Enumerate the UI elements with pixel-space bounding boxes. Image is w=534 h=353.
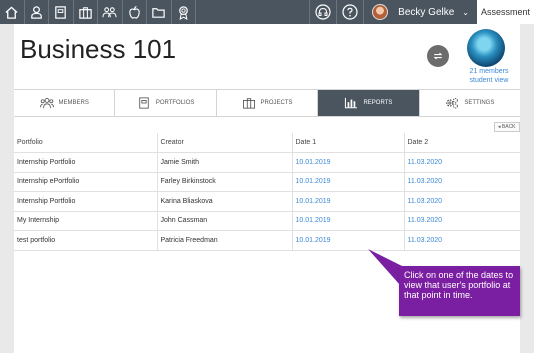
chevron-down-icon: ⌄ [462, 7, 469, 17]
portfolio-book-icon[interactable] [49, 0, 74, 24]
column-header-creator[interactable]: Creator [157, 133, 293, 153]
table-header-row: Portfolio Creator Date 1 Date 2 [14, 133, 520, 153]
date2-link[interactable]: 11.03.2020 [404, 152, 520, 173]
tab-settings-label: SETTINGS [464, 100, 495, 106]
tab-portfolios-label: PORTFOLIOS [155, 100, 195, 106]
date1-link[interactable]: 10.01.2019 [292, 172, 405, 192]
portfolio-cell: My Internship [14, 211, 158, 231]
course-tabs: MEMBERS PORTFOLIOS PROJECTS REPORTS SETT… [14, 89, 520, 117]
portfolio-cell: Internship Portfolio [14, 191, 158, 212]
date2-link[interactable]: 11.03.2020 [404, 172, 520, 192]
top-nav-right: Becky Gelke ⌄ Assessment [309, 0, 534, 24]
creator-cell: Jamie Smith [157, 152, 293, 173]
help-icon[interactable] [336, 0, 363, 24]
tab-reports[interactable]: REPORTS [318, 90, 420, 116]
table-row: Internship ePortfolio Farley Birkinstock… [14, 172, 520, 192]
members-link[interactable]: 21 members student view [460, 67, 518, 85]
apple-icon[interactable] [123, 0, 147, 24]
user-menu[interactable]: Becky Gelke ⌄ [363, 0, 477, 24]
top-nav-bar: Becky Gelke ⌄ Assessment [0, 0, 534, 24]
group-icon[interactable] [98, 0, 123, 24]
column-header-portfolio[interactable]: Portfolio [14, 133, 158, 153]
date2-link[interactable]: 11.03.2020 [404, 230, 520, 251]
tab-members[interactable]: MEMBERS [14, 90, 116, 116]
table-row: Internship Portfolio Jamie Smith 10.01.2… [14, 152, 520, 173]
group-avatar[interactable] [467, 29, 505, 67]
user-avatar [372, 4, 389, 20]
table-row: Internship Portfolio Karina Bliaskova 10… [14, 191, 520, 212]
tab-portfolios[interactable]: PORTFOLIOS [115, 90, 217, 116]
assessment-tab[interactable]: Assessment [477, 0, 534, 24]
report-table: Portfolio Creator Date 1 Date 2 Internsh… [14, 133, 520, 251]
date2-link[interactable]: 11.03.2020 [404, 191, 520, 212]
tab-projects[interactable]: PROJECTS [217, 90, 319, 116]
creator-cell: Patricia Freedman [157, 230, 293, 251]
folder-icon[interactable] [147, 0, 172, 24]
award-icon[interactable] [172, 0, 196, 24]
portfolio-cell: test portfolio [14, 230, 158, 251]
back-button[interactable]: ◂ BACK [494, 122, 520, 132]
briefcase-icon[interactable] [74, 0, 98, 24]
tab-settings[interactable]: SETTINGS [420, 90, 520, 116]
student-view-link[interactable]: student view [460, 76, 518, 85]
sync-button[interactable] [427, 45, 449, 67]
settings-icon [446, 97, 459, 109]
reports-icon [345, 97, 358, 109]
members-icon [39, 98, 54, 109]
date1-link[interactable]: 10.01.2019 [292, 152, 405, 173]
sync-icon [433, 52, 443, 60]
creator-cell: John Cassman [157, 211, 293, 231]
user-icon[interactable] [25, 0, 49, 24]
projects-icon [242, 98, 255, 109]
creator-cell: Karina Bliaskova [157, 191, 293, 212]
portfolio-cell: Internship ePortfolio [14, 172, 158, 192]
table-row: My Internship John Cassman 10.01.2019 11… [14, 211, 520, 231]
user-name: Becky Gelke [398, 6, 455, 18]
table-row: test portfolio Patricia Freedman 10.01.2… [14, 230, 520, 251]
date2-link[interactable]: 11.03.2020 [404, 211, 520, 231]
creator-cell: Farley Birkinstock [157, 172, 293, 192]
tab-projects-label: PROJECTS [260, 100, 293, 106]
home-icon[interactable] [0, 0, 25, 24]
column-header-date2[interactable]: Date 2 [404, 133, 520, 153]
page-title: Business 101 [20, 34, 177, 64]
headset-icon[interactable] [309, 0, 336, 24]
date1-link[interactable]: 10.01.2019 [292, 211, 405, 231]
column-header-date1[interactable]: Date 1 [292, 133, 405, 153]
tab-reports-label: REPORTS [363, 100, 393, 106]
tab-members-label: MEMBERS [58, 100, 89, 106]
instruction-callout: Click on one of the dates to view that u… [399, 266, 520, 316]
portfolios-icon [139, 97, 149, 109]
portfolio-cell: Internship Portfolio [14, 152, 158, 173]
date1-link[interactable]: 10.01.2019 [292, 191, 405, 212]
members-count[interactable]: 21 members [460, 67, 518, 76]
